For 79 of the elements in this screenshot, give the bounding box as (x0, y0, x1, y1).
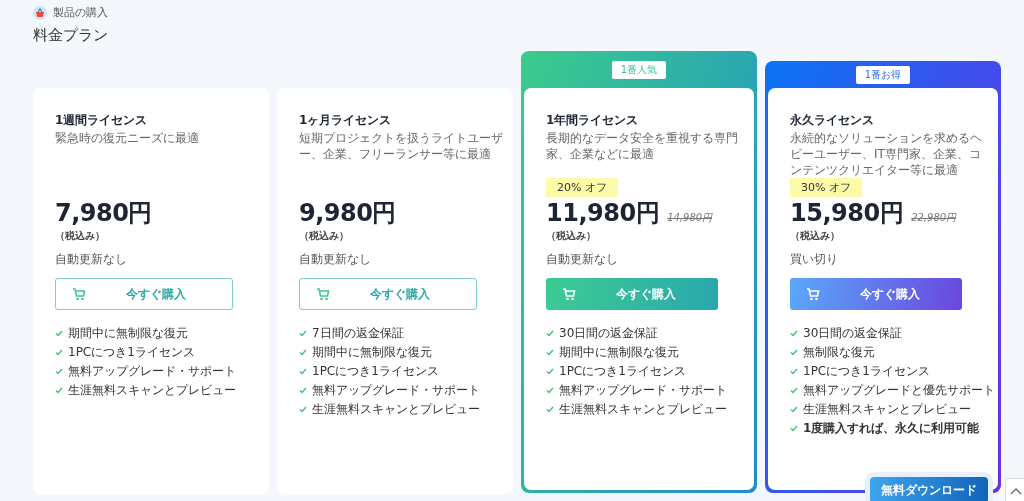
plan-description: 短期プロジェクトを扱うライトユーザー、企業、フリーランサー等に最適 (299, 130, 504, 163)
check-icon (546, 368, 554, 375)
check-icon (546, 387, 554, 394)
cart-icon (72, 287, 86, 301)
check-icon (55, 368, 63, 375)
feature-text: 生涯無料スキャンとプレビュー (559, 401, 727, 418)
plan-name: 1年間ライセンス (546, 112, 640, 129)
check-icon (790, 330, 798, 337)
feature-text: 期間中に無制限な復元 (68, 325, 188, 342)
feature-text: 1PCにつき1ライセンス (312, 363, 439, 380)
plan-description: 長期的なデータ安全を重視する専門家、企業などに最適 (546, 130, 739, 163)
check-icon (546, 406, 554, 413)
check-icon (299, 387, 307, 394)
feature-text: 生涯無料スキャンとプレビュー (68, 382, 236, 399)
breadcrumb: 製品の購入 (53, 6, 108, 20)
check-icon (55, 330, 63, 337)
page-title: 料金プラン (33, 26, 109, 46)
feature-text: 生涯無料スキャンとプレビュー (312, 401, 480, 418)
plan-description: 緊急時の復元ニーズに最適 (55, 130, 200, 147)
feature-text: 期間中に無制限な復元 (312, 344, 432, 361)
plan-badge: 1番お得 (855, 65, 911, 84)
feature-text: 1PCにつき1ライセンス (68, 344, 195, 361)
plan-badge: 1番人気 (611, 60, 667, 79)
old-price: 22,980円 (911, 211, 957, 225)
check-icon (546, 330, 554, 337)
feature-text: 30日間の返金保証 (559, 325, 659, 342)
feature-text: 1PCにつき1ライセンス (559, 363, 686, 380)
check-icon (299, 406, 307, 413)
plan-name: 1週間ライセンス (55, 112, 149, 129)
feature-text: 無制限な復元 (803, 344, 875, 361)
price: 9,980円 (299, 198, 396, 229)
check-icon (55, 387, 63, 394)
renewal-note: 自動更新なし (546, 251, 619, 268)
check-icon (790, 425, 798, 432)
tax-note: （税込み） (790, 229, 841, 243)
check-icon (299, 368, 307, 375)
tax-note: （税込み） (299, 229, 350, 243)
old-price: 14,980円 (667, 211, 713, 225)
feature-text: 無料アップグレード・サポート (312, 382, 480, 399)
check-icon (299, 349, 307, 356)
tax-note: （税込み） (546, 229, 597, 243)
check-icon (790, 368, 798, 375)
check-icon (790, 349, 798, 356)
plan-name: 1ヶ月ライセンス (299, 112, 393, 129)
scroll-top-button[interactable] (1005, 478, 1024, 501)
basket-icon (33, 6, 47, 20)
price: 11,980円 (546, 198, 660, 229)
feature-text: 7日間の返金保証 (312, 325, 404, 342)
buy-button[interactable]: 今すぐ購入 (55, 278, 233, 310)
feature-text: 無料アップグレード・サポート (559, 382, 727, 399)
renewal-note: 自動更新なし (55, 251, 128, 268)
renewal-note: 買い切り (790, 251, 839, 268)
plan-name: 永久ライセンス (790, 112, 875, 129)
check-icon (790, 406, 798, 413)
plan-description: 永続的なソリューションを求めるヘビーユーザー、IT専門家、企業、コンテンツクリエイター等に最適 (790, 130, 983, 179)
feature-text: 無料アップグレードと優先サポート (803, 382, 995, 399)
discount-tag: 20% オフ (546, 178, 618, 197)
tax-note: （税込み） (55, 229, 106, 243)
cart-icon (316, 287, 330, 301)
feature-text: 無料アップグレード・サポート (68, 363, 236, 380)
cart-icon (562, 287, 576, 301)
feature-text: 30日間の返金保証 (803, 325, 903, 342)
discount-tag: 30% オフ (790, 178, 862, 197)
feature-text: 1PCにつき1ライセンス (803, 363, 930, 380)
buy-button[interactable]: 今すぐ購入 (546, 278, 718, 310)
feature-text: 生涯無料スキャンとプレビュー (803, 401, 971, 418)
cart-icon (806, 287, 820, 301)
check-icon (546, 349, 554, 356)
feature-text: 期間中に無制限な復元 (559, 344, 679, 361)
feature-text: 1度購入すれば、永久に利用可能 (803, 420, 980, 437)
buy-button[interactable]: 今すぐ購入 (299, 278, 477, 310)
check-icon (299, 330, 307, 337)
renewal-note: 自動更新なし (299, 251, 372, 268)
price: 15,980円 (790, 198, 904, 229)
price: 7,980円 (55, 198, 152, 229)
buy-button[interactable]: 今すぐ購入 (790, 278, 962, 310)
check-icon (55, 349, 63, 356)
caret-up-icon (1010, 487, 1022, 495)
check-icon (790, 387, 798, 394)
